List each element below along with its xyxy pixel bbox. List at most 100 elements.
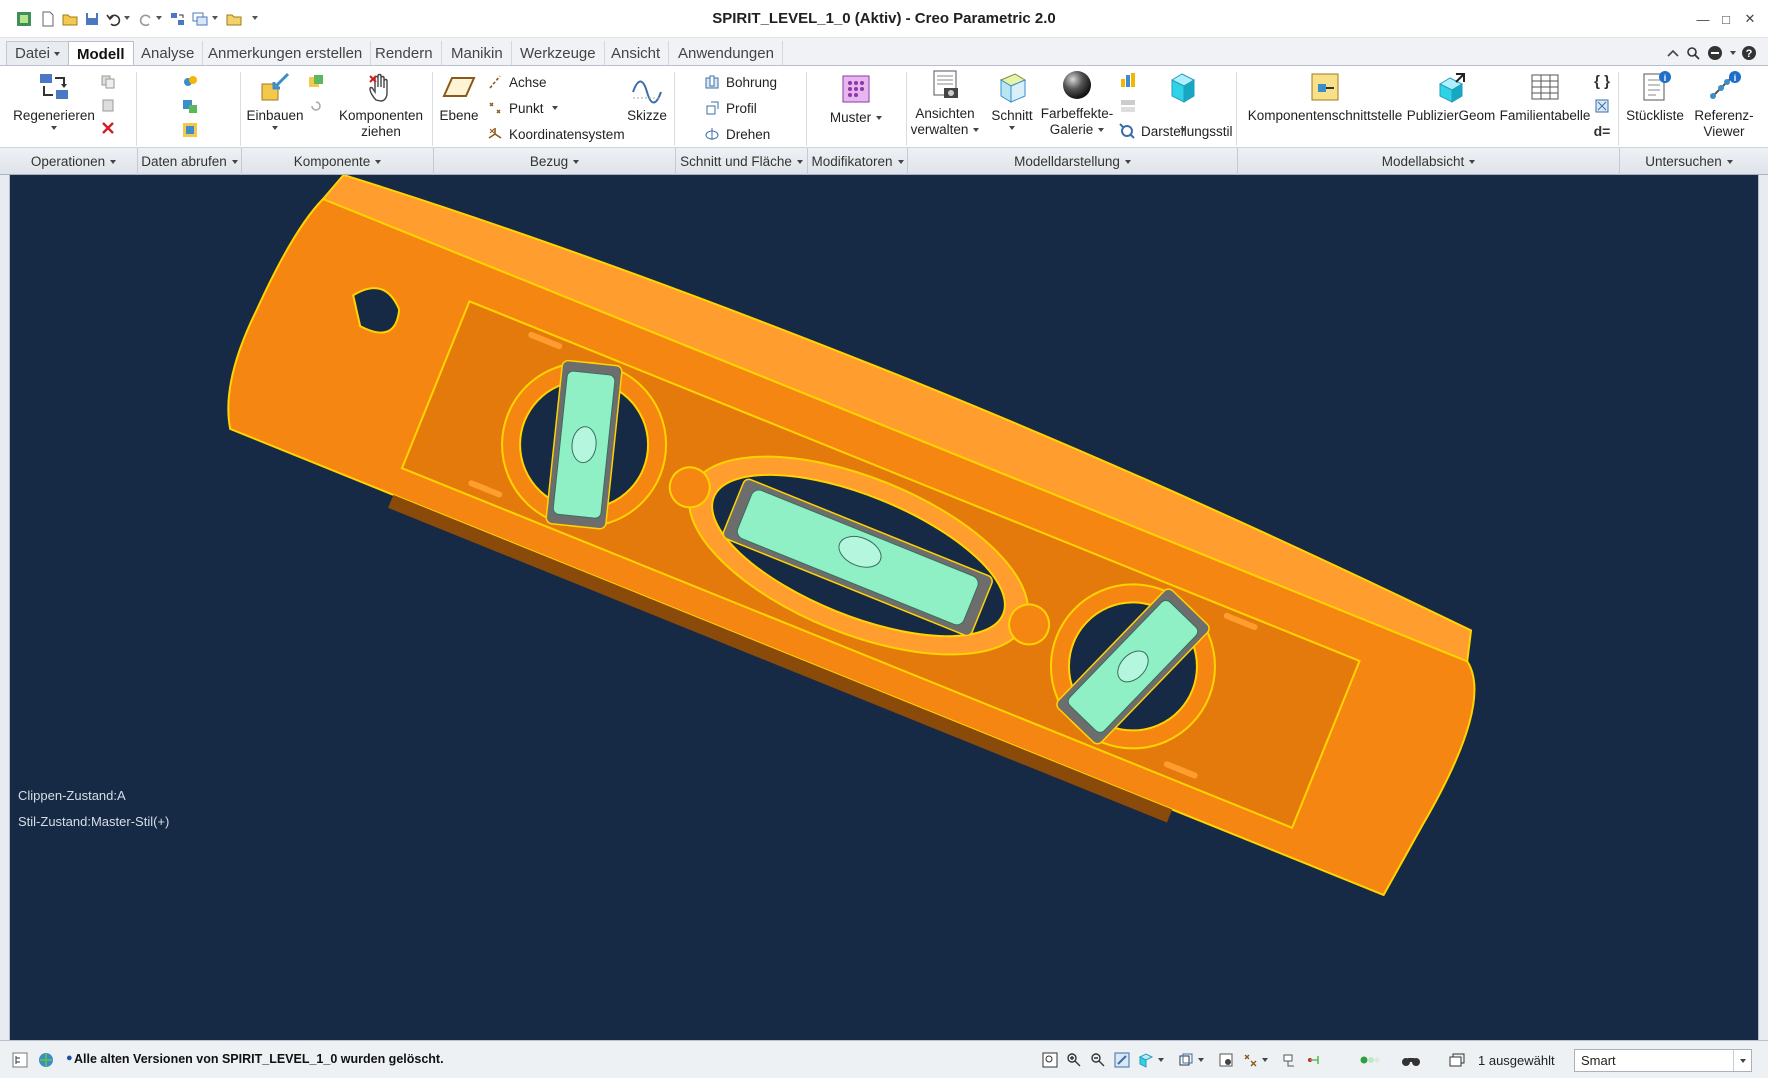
achse-button[interactable]: Achse (486, 71, 547, 93)
datum-display-icon[interactable] (1240, 1050, 1260, 1070)
tab-datei[interactable]: Datei (6, 41, 70, 66)
annotation-display-icon[interactable] (1280, 1050, 1300, 1070)
orientation-button[interactable] (1160, 69, 1206, 132)
brackets-icon[interactable]: { } (1592, 71, 1612, 91)
publiziergeom-button[interactable]: PublizierGeom (1404, 69, 1498, 124)
drehen-button[interactable]: Drehen (703, 123, 770, 145)
help-icon[interactable]: ? (1740, 45, 1758, 61)
copy-icon[interactable] (98, 72, 118, 92)
graphics-area[interactable]: Clippen-Zustand:A Stil-Zustand:Master-St… (10, 175, 1758, 1040)
display-icon[interactable] (1118, 96, 1138, 116)
tab-anmerkungen-erstellen[interactable]: Anmerkungen erstellen (200, 41, 372, 66)
ebene-button[interactable]: Ebene (436, 69, 482, 124)
ansichten-verwalten-button[interactable]: Ansichten verwalten (910, 67, 980, 138)
familientabelle-button[interactable]: Familientabelle (1498, 69, 1592, 124)
group-modelldarstellung[interactable]: Modelldarstellung (908, 148, 1238, 175)
tab-analyse[interactable]: Analyse (133, 41, 204, 66)
muster-button[interactable]: Muster (822, 71, 890, 126)
merge-inheritance-icon[interactable] (180, 120, 200, 140)
skizze-button[interactable]: Skizze (622, 69, 672, 124)
saved-orientations-icon[interactable] (1136, 1050, 1156, 1070)
viewport-frame-left (0, 175, 10, 1040)
minimize-icon[interactable]: — (1693, 10, 1713, 28)
copy-geometry-icon[interactable] (180, 72, 200, 92)
paste-icon[interactable] (98, 95, 118, 115)
svg-text:i: i (1734, 73, 1737, 83)
punkt-button[interactable]: Punkt (486, 97, 558, 119)
repaint-icon[interactable] (1112, 1050, 1132, 1070)
repeat-icon[interactable] (306, 96, 326, 116)
group-operationen[interactable]: Operationen (10, 148, 138, 175)
orientations-dropdown-icon[interactable] (1156, 1050, 1166, 1070)
farbeffekte-galerie-button[interactable]: Farbeffekte- Galerie (1040, 67, 1114, 138)
group-modifikatoren[interactable]: Modifikatoren (808, 148, 908, 175)
group-daten-abrufen[interactable]: Daten abrufen (138, 148, 242, 175)
close-icon[interactable]: ✕ (1740, 10, 1760, 28)
tab-anwendungen[interactable]: Anwendungen (670, 41, 783, 66)
zoom-in-icon[interactable] (1064, 1050, 1084, 1070)
create-component-icon[interactable] (306, 72, 326, 92)
group-komponente[interactable]: Komponente (242, 148, 434, 175)
tab-manikin[interactable]: Manikin (443, 41, 512, 66)
refit-icon[interactable] (1040, 1050, 1060, 1070)
datum-dropdown-icon[interactable] (1260, 1050, 1270, 1070)
ribbon-panel: Regenerieren Einbauen Komponenten ziehen… (0, 65, 1768, 148)
regenerieren-button[interactable]: Regenerieren (12, 69, 96, 130)
parameters-icon[interactable]: d= (1592, 121, 1612, 141)
regenerate-icon (36, 69, 72, 105)
komponenten-ziehen-button[interactable]: Komponenten ziehen (338, 69, 424, 140)
group-bezug[interactable]: Bezug (434, 148, 676, 175)
style-state-label: Stil-Zustand:Master-Stil(+) (18, 814, 170, 829)
maximize-icon[interactable]: □ (1716, 10, 1736, 28)
svg-text:?: ? (1746, 48, 1753, 60)
model-tree-toggle-icon[interactable] (10, 1050, 30, 1070)
tab-ansicht[interactable]: Ansicht (603, 41, 670, 66)
appearance-gallery-icon (1059, 67, 1095, 103)
selection-box-icon[interactable] (1444, 1050, 1470, 1070)
component-interface-icon (1307, 69, 1343, 105)
bohrung-button[interactable]: Bohrung (703, 71, 777, 93)
tab-rendern[interactable]: Rendern (367, 41, 442, 66)
status-lights-icon (1360, 1050, 1380, 1070)
message-bullet-icon: ● (66, 1052, 73, 1064)
selection-filter-select[interactable]: Smart (1574, 1049, 1752, 1072)
display-style-status-icon[interactable] (1176, 1050, 1196, 1070)
perspective-icon[interactable] (1118, 70, 1138, 90)
display-style-dropdown-icon[interactable] (1196, 1050, 1206, 1070)
hole-icon (703, 73, 721, 91)
stueckliste-button[interactable]: i Stückliste (1620, 69, 1690, 124)
section-icon (994, 69, 1030, 105)
tab-modell[interactable]: Modell (68, 41, 134, 67)
chevron-down-icon[interactable] (1733, 1050, 1751, 1071)
schnitt-button[interactable]: Schnitt (986, 69, 1038, 130)
find-icon[interactable] (1398, 1050, 1424, 1070)
display-style-icon (1118, 122, 1136, 140)
community-icon[interactable] (1706, 45, 1724, 61)
spin-center-icon[interactable] (1304, 1050, 1324, 1070)
referenz-viewer-button[interactable]: i Referenz- Viewer (1690, 69, 1758, 140)
relations-icon[interactable] (1592, 96, 1612, 116)
axis-icon (486, 73, 504, 91)
minimize-ribbon-icon[interactable] (1664, 45, 1682, 61)
zoom-out-icon[interactable] (1088, 1050, 1108, 1070)
komponentenschnittstelle-button[interactable]: Komponentenschnittstelle (1240, 69, 1410, 124)
shrinkwrap-icon[interactable] (180, 96, 200, 116)
search-icon[interactable] (1684, 45, 1702, 61)
view-manager-status-icon[interactable] (1216, 1050, 1236, 1070)
spirit-level-model[interactable] (10, 175, 1758, 1040)
delete-icon[interactable] (98, 118, 118, 138)
coordinate-system-icon (486, 125, 504, 143)
group-untersuchen[interactable]: Untersuchen (1620, 148, 1758, 175)
koordinatensystem-button[interactable]: Koordinatensystem (486, 123, 625, 145)
svg-text:i: i (1664, 73, 1667, 83)
browser-toggle-icon[interactable] (36, 1050, 56, 1070)
status-bar: ● Alle alten Versionen von SPIRIT_LEVEL_… (0, 1040, 1768, 1078)
group-modellabsicht[interactable]: Modellabsicht (1238, 148, 1620, 175)
clip-state-label: Clippen-Zustand:A (18, 788, 126, 803)
einbauen-button[interactable]: Einbauen (244, 69, 306, 130)
ribbon-group-bar: Operationen Daten abrufen Komponente Bez… (0, 148, 1768, 175)
group-schnitt-und-flaeche[interactable]: Schnitt und Fläche (676, 148, 808, 175)
cube-icon (1165, 69, 1201, 105)
tab-werkzeuge[interactable]: Werkzeuge (512, 41, 605, 66)
profil-button[interactable]: Profil (703, 97, 757, 119)
